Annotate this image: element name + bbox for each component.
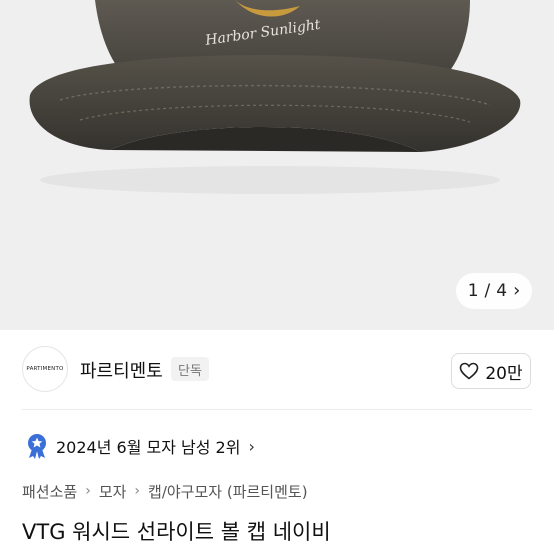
heart-outline-icon	[460, 362, 479, 380]
counter-separator: /	[484, 281, 491, 301]
brand-logo[interactable]: PARTIMENTO	[22, 346, 68, 392]
ranking-medal-icon	[28, 434, 46, 459]
breadcrumb-item[interactable]: 모자	[99, 481, 127, 502]
image-counter[interactable]: 1 / 4 ›	[456, 273, 532, 309]
divider	[22, 409, 532, 410]
product-image-gallery[interactable]: Harbor Sunlight 1 / 4 ›	[0, 0, 554, 330]
brand-logo-text: PARTIMENTO	[26, 366, 64, 372]
chevron-right-icon: ›	[248, 436, 255, 456]
breadcrumb-item[interactable]: 패션소품	[22, 481, 77, 502]
counter-current: 1	[467, 281, 479, 301]
exclusive-badge: 단독	[171, 357, 209, 381]
chevron-right-icon[interactable]: ›	[513, 282, 520, 300]
chevron-right-icon: ›	[134, 483, 141, 499]
like-count: 20만	[485, 363, 523, 384]
breadcrumb: 패션소품 › 모자 › 캡/야구모자 (파르티멘토)	[22, 480, 308, 502]
breadcrumb-item[interactable]: 캡/야구모자 (파르티멘토)	[148, 481, 308, 502]
ranking-link[interactable]: 2024년 6월 모자 남성 2위 ›	[26, 432, 255, 460]
like-button[interactable]: 20만	[451, 353, 531, 389]
ranking-text: 2024년 6월 모자 남성 2위	[56, 438, 241, 457]
brand-name[interactable]: 파르티멘토	[80, 357, 163, 383]
counter-total: 4	[496, 281, 508, 301]
chevron-right-icon: ›	[85, 483, 91, 499]
product-title: VTG 워시드 선라이트 볼 캡 네이비	[22, 520, 331, 544]
